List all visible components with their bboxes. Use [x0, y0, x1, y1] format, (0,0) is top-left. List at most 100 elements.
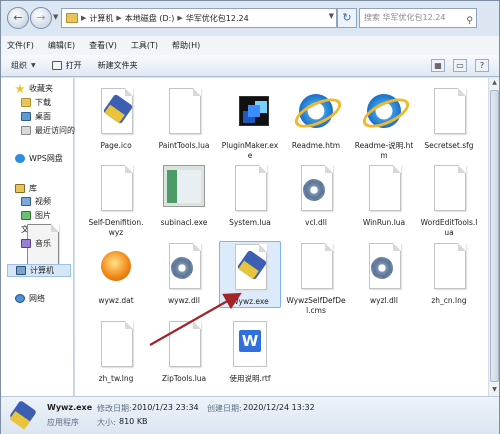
file-type: 应用程序	[47, 418, 79, 427]
modified-label: 修改日期:	[97, 404, 132, 413]
breadcrumb-current-folder[interactable]: 华军优化包12.24	[186, 13, 249, 24]
open-button[interactable]: 打开	[51, 60, 82, 71]
breadcrumb-computer[interactable]: 计算机	[89, 13, 113, 24]
organize-label: 组织	[11, 61, 27, 70]
nav-library[interactable]: 库	[15, 183, 37, 194]
file-item[interactable]: vcl.dll	[285, 163, 347, 228]
nav-favorites[interactable]: 收藏夹	[15, 83, 53, 94]
new-folder-button[interactable]: 新建文件夹	[98, 60, 138, 71]
size-label: 大小:	[97, 418, 116, 427]
file-item[interactable]: wyzl.dll	[353, 241, 415, 306]
nav-wps-cloud[interactable]: WPS网盘	[15, 153, 63, 164]
file-name: WywzSelfDefDel.cms	[286, 296, 346, 315]
file-name: zh_tw.lng	[98, 374, 134, 383]
menu-help[interactable]: 帮助(H)	[172, 40, 200, 51]
refresh-button[interactable]: ↻	[337, 8, 357, 28]
file-name: wywz.dat	[98, 296, 134, 305]
file-icon-box	[95, 165, 137, 217]
created-date: 2020/12/24 13:32	[243, 403, 315, 412]
file-icon-box	[428, 243, 470, 295]
blank-file-icon	[235, 165, 267, 211]
menu-file[interactable]: 文件(F)	[7, 40, 34, 51]
preview-pane-icon[interactable]: ▭	[453, 59, 467, 72]
file-item[interactable]: wywz.dat	[85, 241, 147, 306]
file-item[interactable]: WinRun.lua	[353, 163, 415, 228]
file-item[interactable]: WordEditTools.lua	[418, 163, 480, 238]
file-name: System.lua	[229, 218, 271, 227]
file-item[interactable]: Page.ico	[85, 86, 147, 151]
file-icon-box	[363, 243, 405, 295]
menu-edit[interactable]: 编辑(E)	[48, 40, 75, 51]
file-name: Readme-说明.htm	[354, 141, 414, 160]
file-item[interactable]: Readme-说明.htm	[353, 86, 415, 161]
forward-button[interactable]: →	[30, 7, 52, 29]
file-item[interactable]: wywz.dll	[153, 241, 215, 306]
file-icon-box	[163, 165, 205, 217]
open-icon	[51, 61, 62, 70]
file-item[interactable]: 使用说明.rtf	[219, 319, 281, 384]
organize-button[interactable]: 组织 ▼	[11, 60, 36, 71]
file-icon-box	[163, 321, 205, 373]
nav-documents[interactable]: 文档	[21, 224, 59, 270]
search-placeholder: 搜索 华军优化包12.24	[364, 13, 446, 22]
music-icon	[21, 239, 31, 248]
blank-file-icon	[434, 243, 466, 289]
file-name: Page.ico	[100, 141, 132, 150]
help-icon[interactable]: ?	[475, 59, 489, 72]
scroll-up-icon[interactable]: ▲	[490, 79, 499, 88]
back-button[interactable]: ←	[7, 7, 29, 29]
file-name: vcl.dll	[305, 218, 327, 227]
file-item[interactable]: PaintTools.lua	[153, 86, 215, 151]
file-name: Self-Denifition.wyz	[88, 218, 144, 237]
file-list: Page.ico PaintTools.lua PluginMaker.exe Rea…	[75, 78, 488, 396]
nav-downloads[interactable]: 下载	[21, 97, 51, 108]
file-icon-box	[229, 244, 271, 296]
orb-icon	[101, 251, 131, 281]
menu-bar: 文件(F) 编辑(E) 查看(V) 工具(T) 帮助(H)	[1, 35, 499, 55]
open-label: 打开	[65, 61, 82, 70]
file-name: wywz.dll	[168, 296, 200, 305]
scroll-thumb[interactable]	[490, 90, 499, 382]
file-name: WordEditTools.lua	[420, 218, 478, 237]
nav-label: 视频	[35, 197, 51, 206]
file-item[interactable]: PluginMaker.exe	[219, 86, 281, 161]
file-item[interactable]: Readme.htm	[285, 86, 347, 151]
nav-recent[interactable]: 最近访问的	[21, 125, 75, 136]
file-icon-box	[295, 165, 337, 217]
file-item[interactable]: Secretset.sfg	[418, 86, 480, 151]
file-item[interactable]: ZipTools.lua	[153, 319, 215, 384]
menu-tools[interactable]: 工具(T)	[131, 40, 158, 51]
file-item[interactable]: subinacl.exe	[153, 163, 215, 228]
file-name: Wywz.exe	[231, 297, 269, 306]
star-icon	[15, 84, 25, 93]
nav-pictures[interactable]: 图片	[21, 210, 51, 221]
file-item[interactable]: zh_cn.lng	[418, 241, 480, 306]
address-bar-area: ← → ▼ ▶ 计算机 ▶ 本地磁盘 (D:) ▶ 华军优化包12.24 ▼ ↻…	[1, 1, 499, 35]
change-view-icon[interactable]: ▦	[431, 59, 445, 72]
nav-videos[interactable]: 视频	[21, 196, 51, 207]
nav-label: 桌面	[35, 112, 51, 121]
download-folder-icon	[21, 98, 31, 107]
vertical-scrollbar[interactable]: ▲ ▼	[488, 78, 499, 396]
scroll-down-icon[interactable]: ▼	[490, 386, 499, 395]
nav-network[interactable]: 网络	[15, 293, 45, 304]
search-icon: ⚲	[466, 16, 473, 26]
blank-file-icon	[169, 321, 201, 367]
nav-computer[interactable]: 计算机	[7, 264, 71, 277]
file-icon-box	[428, 165, 470, 217]
address-bar[interactable]: ▶ 计算机 ▶ 本地磁盘 (D:) ▶ 华军优化包12.24 ▼	[61, 8, 337, 28]
library-icon	[15, 184, 25, 193]
nav-label: 图片	[35, 211, 51, 220]
nav-music[interactable]: 音乐	[21, 238, 51, 249]
recent-pages-dropdown-icon[interactable]: ▼	[53, 13, 58, 21]
file-item[interactable]: Self-Denifition.wyz	[85, 163, 147, 238]
search-input[interactable]: 搜索 华军优化包12.24 ⚲	[359, 8, 477, 28]
file-item[interactable]: WywzSelfDefDel.cms	[285, 241, 347, 316]
file-item[interactable]: Wywz.exe	[219, 241, 281, 308]
nav-desktop[interactable]: 桌面	[21, 111, 51, 122]
file-item[interactable]: zh_tw.lng	[85, 319, 147, 384]
menu-view[interactable]: 查看(V)	[89, 40, 117, 51]
address-dropdown-icon[interactable]: ▼	[329, 12, 334, 20]
breadcrumb-drive-d[interactable]: 本地磁盘 (D:)	[125, 13, 175, 24]
file-item[interactable]: System.lua	[219, 163, 281, 228]
